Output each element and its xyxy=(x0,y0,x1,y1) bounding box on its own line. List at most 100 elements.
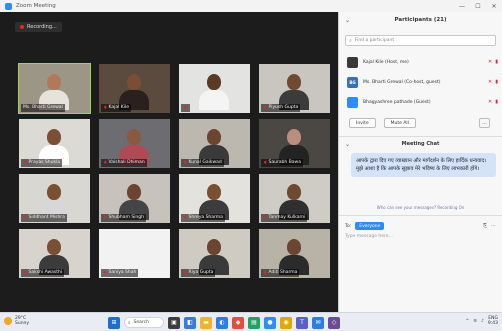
mic-muted-icon[interactable]: ▮ xyxy=(495,99,498,105)
wifi-icon[interactable]: ≋ xyxy=(473,319,477,324)
participant-name-tag: ♦ Riya Gupta xyxy=(181,269,216,277)
participants-title: Participants (21) xyxy=(394,17,447,23)
chat-visibility-note[interactable]: Who can see your messages? Recording On xyxy=(339,205,502,210)
recipient-dropdown[interactable]: Everyone xyxy=(355,222,385,230)
edge-browser-icon[interactable]: ◐ xyxy=(216,316,228,329)
video-tile[interactable]: ♦ Aditi Sharma xyxy=(259,229,330,278)
mic-muted-icon: ♦ xyxy=(183,215,188,221)
video-gallery: Ms. Bharti Grewal ♦ Kajal Kile ♦ ♦ Piyush Gup… xyxy=(18,63,330,279)
mail-icon[interactable]: ✉ xyxy=(312,316,324,329)
windows-taskbar: 29°C Sunny ⊞ ⌕ Search ▣ ◧ ▬ ◐ ◆ ▤ ● ◉ T … xyxy=(0,312,502,331)
video-tile[interactable]: ♦ Kajal Kile xyxy=(99,64,170,113)
participant-name: Saurabh Bawa xyxy=(268,160,301,165)
mic-muted-icon[interactable]: ▮ xyxy=(495,59,498,65)
close-button[interactable]: ✕ xyxy=(486,0,502,12)
participant-name: Ms. Bharti Grewal xyxy=(23,105,63,110)
more-options-button[interactable]: ... xyxy=(479,118,490,128)
collapse-chevron-icon[interactable]: ⌄ xyxy=(345,17,350,24)
video-tile[interactable]: ♦ Shreya Sharma xyxy=(179,174,250,223)
chat-message-input[interactable]: Type message here... xyxy=(345,234,496,239)
store-icon[interactable]: ▤ xyxy=(248,316,260,329)
recording-indicator[interactable]: Recording... xyxy=(15,22,62,32)
video-tile[interactable]: ♦ Shubham Singh xyxy=(99,174,170,223)
participant-head xyxy=(207,184,221,200)
participant-name-tag: Ms. Bharti Grewal xyxy=(21,104,65,112)
clock[interactable]: ENG 9:43 xyxy=(488,316,498,326)
minimize-button[interactable]: — xyxy=(454,0,470,12)
tray-chevron-icon[interactable]: ^ xyxy=(465,319,469,324)
participant-head xyxy=(287,74,301,90)
mic-muted-icon: ♦ xyxy=(23,215,28,221)
chat-tools: ⎘ ⋯ xyxy=(483,223,496,229)
chat-collapse-chevron-icon[interactable]: ⌄ xyxy=(345,141,350,148)
video-tile[interactable]: ♦ Saniya Shah xyxy=(99,229,170,278)
participant-row[interactable]: Bhagyashree pathade (Guest) ✕ ▮ xyxy=(339,92,502,112)
participant-name: Kajal Kile xyxy=(108,105,130,110)
video-tile[interactable]: ♦ Saurabh Bawa xyxy=(259,119,330,168)
participant-list-name: Kajal Kile (Host, me) xyxy=(363,59,409,65)
video-tile[interactable]: ♦ xyxy=(179,64,250,113)
participant-search-input[interactable]: ⌕ Find a participant xyxy=(345,35,496,46)
participant-row[interactable]: BG Ms. Bharti Grewal (Co-host, guest) ✕ ▮ xyxy=(339,72,502,92)
participant-head xyxy=(47,184,61,200)
video-tile[interactable]: ♦ Siddhant Mishra xyxy=(19,174,90,223)
office-icon[interactable]: ◆ xyxy=(232,316,244,329)
participant-name-tag: ♦ Shreya Sharma xyxy=(181,214,225,222)
video-tile[interactable]: ♦ Sakshi Awasthi xyxy=(19,229,90,278)
participant-status: ✕ ▮ xyxy=(488,59,498,65)
chrome-icon[interactable]: ◉ xyxy=(280,316,292,329)
app-icon[interactable]: ◇ xyxy=(328,316,340,329)
participant-head xyxy=(47,74,61,90)
invite-button[interactable]: Invite xyxy=(349,118,376,128)
video-tile[interactable]: Ms. Bharti Grewal xyxy=(18,63,91,114)
participant-head xyxy=(127,129,141,145)
file-explorer-icon[interactable]: ▬ xyxy=(200,316,212,329)
teams-icon[interactable]: T xyxy=(296,316,308,329)
volume-icon[interactable]: ♪ xyxy=(481,319,484,324)
file-icon[interactable]: ⎘ xyxy=(483,223,487,229)
mic-muted-icon: ♦ xyxy=(103,160,108,166)
participant-name-tag: ♦ Sakshi Awasthi xyxy=(21,269,65,277)
taskbar-search[interactable]: ⌕ Search xyxy=(124,317,164,328)
taskbar-search-icon: ⌕ xyxy=(128,320,131,326)
video-tile[interactable]: ♦ Kunal Gaikwad xyxy=(179,119,250,168)
participant-head xyxy=(47,239,61,255)
video-off-icon[interactable]: ✕ xyxy=(488,59,492,65)
video-off-icon[interactable]: ✕ xyxy=(488,99,492,105)
mic-muted-icon: ♦ xyxy=(103,215,108,221)
chat-divider xyxy=(339,215,502,216)
video-off-icon[interactable]: ✕ xyxy=(488,79,492,85)
widgets-icon[interactable]: ◧ xyxy=(184,316,196,329)
mic-muted-icon: ♦ xyxy=(183,160,188,166)
participant-name-tag: ♦ Kunal Gaikwad xyxy=(181,159,224,167)
mic-muted-icon[interactable]: ▮ xyxy=(495,79,498,85)
participant-name: Kunal Gaikwad xyxy=(188,160,222,165)
participant-name: Riya Gupta xyxy=(188,270,214,275)
video-tile[interactable]: ♦ Piyush Gupta xyxy=(259,64,330,113)
video-tile[interactable]: ♦ Vaishali Dhiman xyxy=(99,119,170,168)
participant-name: Prayas Shukla xyxy=(28,160,61,165)
task-view-icon[interactable]: ▣ xyxy=(168,316,180,329)
participant-name: Siddhant Mishra xyxy=(28,215,65,220)
participant-head xyxy=(287,184,301,200)
mic-muted-icon: ♦ xyxy=(263,270,268,276)
participant-row[interactable]: Kajal Kile (Host, me) ✕ ▮ xyxy=(339,52,502,72)
video-tile[interactable]: ♦ Tanmay Kulkarni xyxy=(259,174,330,223)
mic-muted-icon: ♦ xyxy=(183,105,188,111)
title-bar: Zoom Meeting — ☐ ✕ xyxy=(0,0,502,12)
participant-name: Vaishali Dhiman xyxy=(108,160,145,165)
maximize-button[interactable]: ☐ xyxy=(470,0,486,12)
side-panel: ⌄ Participants (21) ⌕ Find a participant… xyxy=(338,12,502,312)
more-icon[interactable]: ⋯ xyxy=(491,223,496,229)
start-windows-icon[interactable]: ⊞ xyxy=(108,316,120,329)
video-tile[interactable]: ♦ Prayas Shukla xyxy=(19,119,90,168)
mic-muted-icon: ♦ xyxy=(263,215,268,221)
video-tile[interactable]: ♦ Riya Gupta xyxy=(179,229,250,278)
zoom-taskbar-icon[interactable]: ● xyxy=(264,316,276,329)
mute-all-button[interactable]: Mute All xyxy=(383,118,416,128)
participant-body xyxy=(199,90,229,110)
participant-actions: Invite Mute All ... xyxy=(349,118,502,128)
weather-widget[interactable]: 29°C Sunny xyxy=(4,316,29,326)
participant-status: ✕ ▮ xyxy=(488,79,498,85)
participant-head xyxy=(287,129,301,145)
